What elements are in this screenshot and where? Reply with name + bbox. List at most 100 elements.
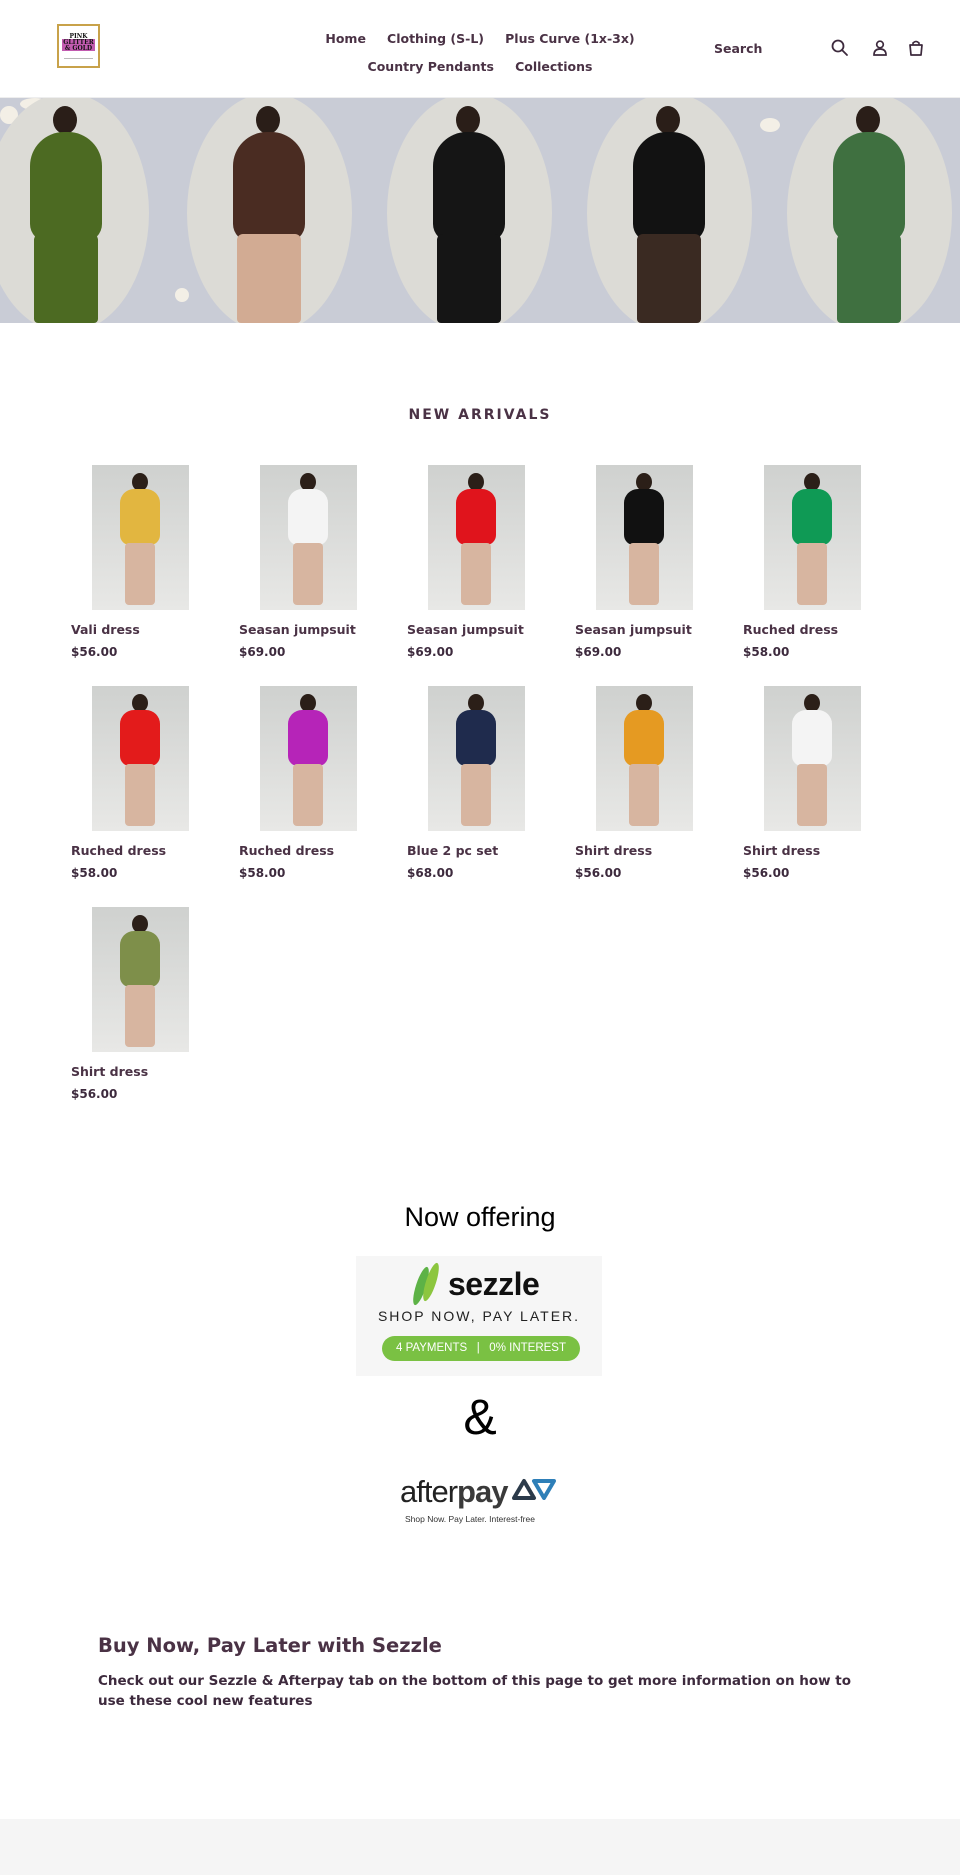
product-image[interactable]: [596, 686, 693, 831]
logo-text-line-3: & GOLD: [64, 45, 93, 52]
model-legs: [125, 764, 155, 826]
hero-model: [22, 106, 112, 323]
search-link[interactable]: Search: [714, 41, 762, 56]
hero-banner[interactable]: [0, 98, 960, 323]
model-head: [456, 106, 480, 134]
afterpay-word-bold: pay: [457, 1474, 508, 1509]
product-price: $69.00: [239, 645, 286, 659]
nav-country-pendants[interactable]: Country Pendants: [368, 59, 494, 74]
model-outfit: [120, 489, 160, 545]
product-image[interactable]: [260, 686, 357, 831]
model-head: [856, 106, 880, 134]
hero-model: [225, 106, 315, 323]
model-legs: [125, 985, 155, 1047]
afterpay-wordmark: afterpay: [400, 1474, 508, 1510]
model-outfit: [120, 931, 160, 987]
nav-clothing[interactable]: Clothing (S-L): [387, 31, 484, 46]
model-outfit: [288, 710, 328, 766]
model-head: [53, 106, 77, 134]
model-legs: [461, 764, 491, 826]
product-image[interactable]: [428, 686, 525, 831]
product-price: $58.00: [71, 866, 118, 880]
model-legs: [797, 764, 827, 826]
search-icon[interactable]: [830, 38, 850, 58]
product-name[interactable]: Ruched dress: [239, 843, 334, 858]
product-price: $69.00: [407, 645, 454, 659]
store-logo[interactable]: PINK GLITTER & GOLD: [57, 24, 100, 68]
model-legs: [797, 543, 827, 605]
model-outfit: [792, 710, 832, 766]
cart-icon[interactable]: [906, 38, 926, 58]
product-image[interactable]: [764, 465, 861, 610]
new-arrivals-title: NEW ARRIVALS: [408, 407, 552, 423]
sezzle-banner: sezzle SHOP NOW, PAY LATER. 4 PAYMENTS |…: [356, 1256, 602, 1376]
model-legs: [293, 764, 323, 826]
product-name[interactable]: Ruched dress: [743, 622, 838, 637]
product-image[interactable]: [260, 465, 357, 610]
afterpay-logo: afterpay Shop Now. Pay Later. Interest-f…: [380, 1474, 580, 1530]
model-outfit: [30, 132, 102, 242]
now-offering-title: Now offering: [404, 1202, 556, 1232]
product-name[interactable]: Vali dress: [71, 622, 140, 637]
product-image[interactable]: [428, 465, 525, 610]
product-name[interactable]: Seasan jumpsuit: [239, 622, 356, 637]
product-image[interactable]: [596, 465, 693, 610]
product-price: $69.00: [575, 645, 622, 659]
model-head: [256, 106, 280, 134]
product-name[interactable]: Shirt dress: [575, 843, 652, 858]
product-name[interactable]: Shirt dress: [71, 1064, 148, 1079]
product-price: $56.00: [71, 645, 118, 659]
account-icon[interactable]: [870, 38, 890, 58]
afterpay-arrow-icon: [512, 1479, 556, 1500]
product-image[interactable]: [92, 686, 189, 831]
model-head: [656, 106, 680, 134]
nav-home[interactable]: Home: [325, 31, 366, 46]
hero-panel-1: [0, 98, 162, 323]
model-legs: [629, 764, 659, 826]
model-outfit: [624, 710, 664, 766]
sezzle-payments-pill: 4 PAYMENTS | 0% INTEREST: [382, 1336, 580, 1361]
product-price: $56.00: [743, 866, 790, 880]
model-outfit: [433, 132, 505, 242]
hero-panel-2: [173, 98, 365, 323]
afterpay-tagline: Shop Now. Pay Later. Interest-free: [405, 1514, 535, 1524]
product-price: $58.00: [743, 645, 790, 659]
product-name[interactable]: Blue 2 pc set: [407, 843, 498, 858]
product-name[interactable]: Seasan jumpsuit: [407, 622, 524, 637]
model-outfit: [456, 710, 496, 766]
sezzle-info-title: Buy Now, Pay Later with Sezzle: [98, 1634, 442, 1657]
sezzle-wordmark: sezzle: [448, 1266, 540, 1302]
product-name[interactable]: Shirt dress: [743, 843, 820, 858]
ampersand: &: [463, 1389, 497, 1445]
model-legs: [461, 543, 491, 605]
hero-panel-4: [573, 98, 765, 323]
logo-rule: [64, 58, 93, 59]
hero-model: [625, 106, 715, 323]
sezzle-info-body: Check out our Sezzle & Afterpay tab on t…: [98, 1673, 852, 1709]
model-legs: [237, 234, 301, 323]
footer: [0, 1819, 960, 1875]
model-legs: [837, 234, 901, 323]
product-price: $56.00: [575, 866, 622, 880]
sezzle-tagline: SHOP NOW, PAY LATER.: [377, 1308, 581, 1324]
model-legs: [629, 543, 659, 605]
model-legs: [125, 543, 155, 605]
model-outfit: [120, 710, 160, 766]
afterpay-word-light: after: [400, 1474, 458, 1509]
hero-model: [825, 106, 915, 323]
model-outfit: [633, 132, 705, 242]
product-image[interactable]: [764, 686, 861, 831]
model-outfit: [624, 489, 664, 545]
product-name[interactable]: Seasan jumpsuit: [575, 622, 692, 637]
product-name[interactable]: Ruched dress: [71, 843, 166, 858]
model-outfit: [288, 489, 328, 545]
model-legs: [34, 234, 98, 323]
model-outfit: [833, 132, 905, 242]
product-price: $58.00: [239, 866, 286, 880]
product-image[interactable]: [92, 907, 189, 1052]
nav-plus-curve[interactable]: Plus Curve (1x-3x): [505, 31, 635, 46]
nav-collections[interactable]: Collections: [515, 59, 592, 74]
site-header: PINK GLITTER & GOLD Home Clothing (S-L) …: [0, 0, 960, 98]
model-outfit: [233, 132, 305, 242]
product-image[interactable]: [92, 465, 189, 610]
